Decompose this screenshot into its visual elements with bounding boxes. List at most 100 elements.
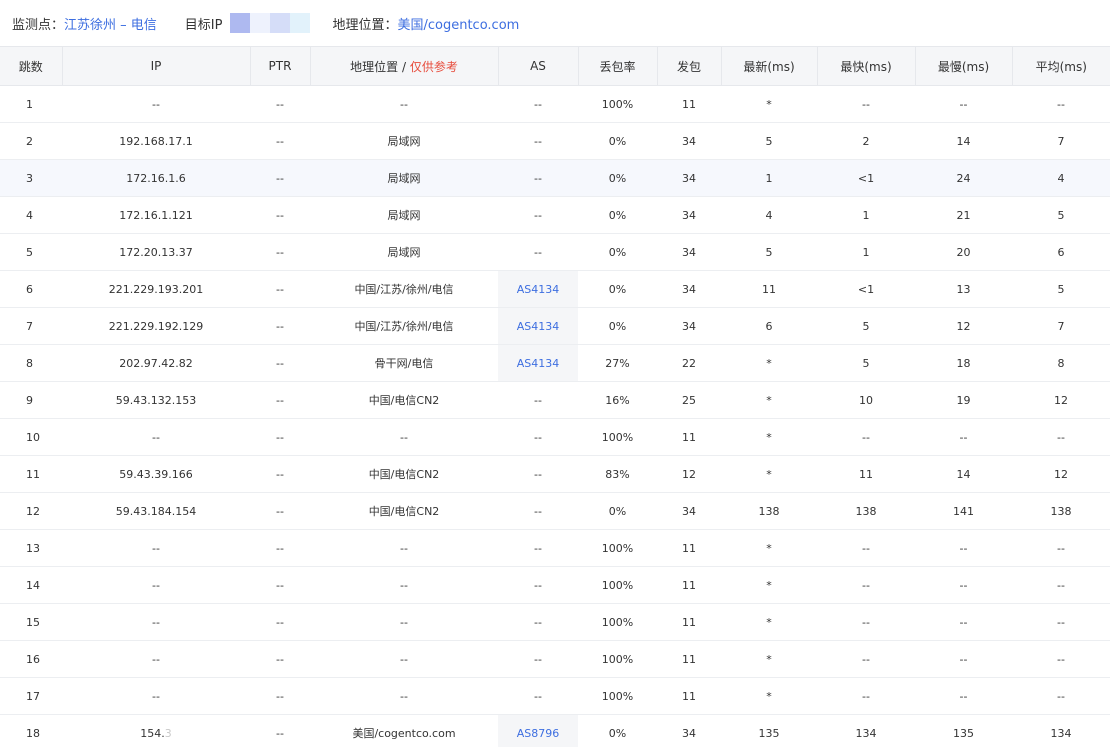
cell-best: 1 [817, 196, 915, 234]
cell-avg: 5 [1012, 196, 1110, 234]
cell-loss: 16% [578, 381, 657, 419]
cell-loss: 100% [578, 85, 657, 123]
cell-as[interactable]: AS4134 [498, 270, 578, 308]
cell-hop: 7 [0, 307, 62, 345]
table-row: 10 -- -- -- -- 100% 11 * -- -- -- [0, 418, 1110, 456]
cell-last: * [721, 677, 817, 715]
cell-worst: -- [915, 677, 1012, 715]
geo-location: 地理位置： 美国/cogentco.com [332, 14, 519, 33]
cell-as: -- [498, 566, 578, 604]
table-header-row: 跳数 IP PTR 地理位置 / 仅供参考 AS 丢包率 发包 最新(ms) 最… [0, 46, 1110, 86]
cell-as: -- [498, 233, 578, 271]
cell-sent: 11 [657, 529, 721, 567]
cell-loss: 100% [578, 566, 657, 604]
cell-best: -- [817, 566, 915, 604]
cell-hop: 2 [0, 122, 62, 160]
geo-value[interactable]: 美国/cogentco.com [397, 14, 519, 33]
cell-loss: 100% [578, 418, 657, 456]
cell-ptr: -- [250, 270, 310, 308]
cell-ptr: -- [250, 381, 310, 419]
cell-best: 5 [817, 307, 915, 345]
cell-loss: 0% [578, 196, 657, 234]
cell-ptr: -- [250, 640, 310, 678]
cell-last: * [721, 566, 817, 604]
traceroute-table: 跳数 IP PTR 地理位置 / 仅供参考 AS 丢包率 发包 最新(ms) 最… [0, 46, 1110, 747]
cell-ip: 172.16.1.121 [62, 196, 250, 234]
cell-ptr: -- [250, 418, 310, 456]
cell-as[interactable]: AS4134 [498, 307, 578, 345]
cell-loss: 83% [578, 455, 657, 493]
cell-as[interactable]: AS4134 [498, 344, 578, 382]
cell-ip: 154.3 [62, 714, 250, 747]
cell-ptr: -- [250, 492, 310, 530]
table-row: 14 -- -- -- -- 100% 11 * -- -- -- [0, 566, 1110, 604]
cell-sent: 34 [657, 122, 721, 160]
cell-hop: 9 [0, 381, 62, 419]
cell-avg: 5 [1012, 270, 1110, 308]
cell-geo: -- [310, 640, 498, 678]
col-as: AS [498, 46, 579, 86]
cell-geo: 中国/江苏/徐州/电信 [310, 307, 498, 345]
table-row: 4 172.16.1.121 -- 局域网 -- 0% 34 4 1 21 5 [0, 196, 1110, 234]
cell-avg: -- [1012, 529, 1110, 567]
cell-sent: 34 [657, 233, 721, 271]
cell-worst: -- [915, 603, 1012, 641]
cell-hop: 17 [0, 677, 62, 715]
cell-last: 1 [721, 159, 817, 197]
cell-avg: -- [1012, 418, 1110, 456]
cell-ptr: -- [250, 196, 310, 234]
col-ip: IP [62, 46, 251, 86]
cell-hop: 8 [0, 344, 62, 382]
cell-sent: 34 [657, 492, 721, 530]
cell-sent: 34 [657, 159, 721, 197]
cell-ptr: -- [250, 714, 310, 747]
cell-last: 5 [721, 233, 817, 271]
col-best: 最快(ms) [817, 46, 916, 86]
cell-hop: 15 [0, 603, 62, 641]
cell-sent: 11 [657, 603, 721, 641]
cell-as: -- [498, 603, 578, 641]
cell-loss: 0% [578, 307, 657, 345]
cell-last: * [721, 640, 817, 678]
cell-last: * [721, 455, 817, 493]
col-avg: 平均(ms) [1012, 46, 1110, 86]
cell-ip: 59.43.39.166 [62, 455, 250, 493]
cell-loss: 0% [578, 159, 657, 197]
cell-geo: -- [310, 566, 498, 604]
col-worst: 最慢(ms) [915, 46, 1013, 86]
cell-loss: 100% [578, 529, 657, 567]
table-row: 16 -- -- -- -- 100% 11 * -- -- -- [0, 640, 1110, 678]
cell-geo: 中国/电信CN2 [310, 455, 498, 493]
cell-best: -- [817, 418, 915, 456]
target-ip-redacted [230, 13, 311, 33]
cell-best: 1 [817, 233, 915, 271]
cell-sent: 11 [657, 677, 721, 715]
cell-ip: 192.168.17.1 [62, 122, 250, 160]
cell-worst: 12 [915, 307, 1012, 345]
cell-best: -- [817, 603, 915, 641]
cell-ip: 172.16.1.6 [62, 159, 250, 197]
cell-ptr: -- [250, 603, 310, 641]
cell-avg: 134 [1012, 714, 1110, 747]
cell-hop: 5 [0, 233, 62, 271]
cell-loss: 0% [578, 492, 657, 530]
as-link: AS4134 [516, 319, 560, 333]
cell-hop: 10 [0, 418, 62, 456]
cell-best: -- [817, 677, 915, 715]
table-row: 1 -- -- -- -- 100% 11 * -- -- -- [0, 85, 1110, 123]
monitor-label: 监测点： [12, 17, 65, 33]
table-row: 15 -- -- -- -- 100% 11 * -- -- -- [0, 603, 1110, 641]
cell-avg: 7 [1012, 307, 1110, 345]
cell-geo: 美国/cogentco.com [310, 714, 498, 747]
cell-ptr: -- [250, 529, 310, 567]
cell-worst: 21 [915, 196, 1012, 234]
cell-ip: -- [62, 529, 250, 567]
cell-avg: 8 [1012, 344, 1110, 382]
cell-as[interactable]: AS8796 [498, 714, 578, 747]
cell-as: -- [498, 640, 578, 678]
cell-sent: 25 [657, 381, 721, 419]
table-row: 13 -- -- -- -- 100% 11 * -- -- -- [0, 529, 1110, 567]
monitor-value[interactable]: 江苏徐州 – 电信 [64, 14, 157, 33]
cell-worst: 19 [915, 381, 1012, 419]
cell-geo: -- [310, 677, 498, 715]
